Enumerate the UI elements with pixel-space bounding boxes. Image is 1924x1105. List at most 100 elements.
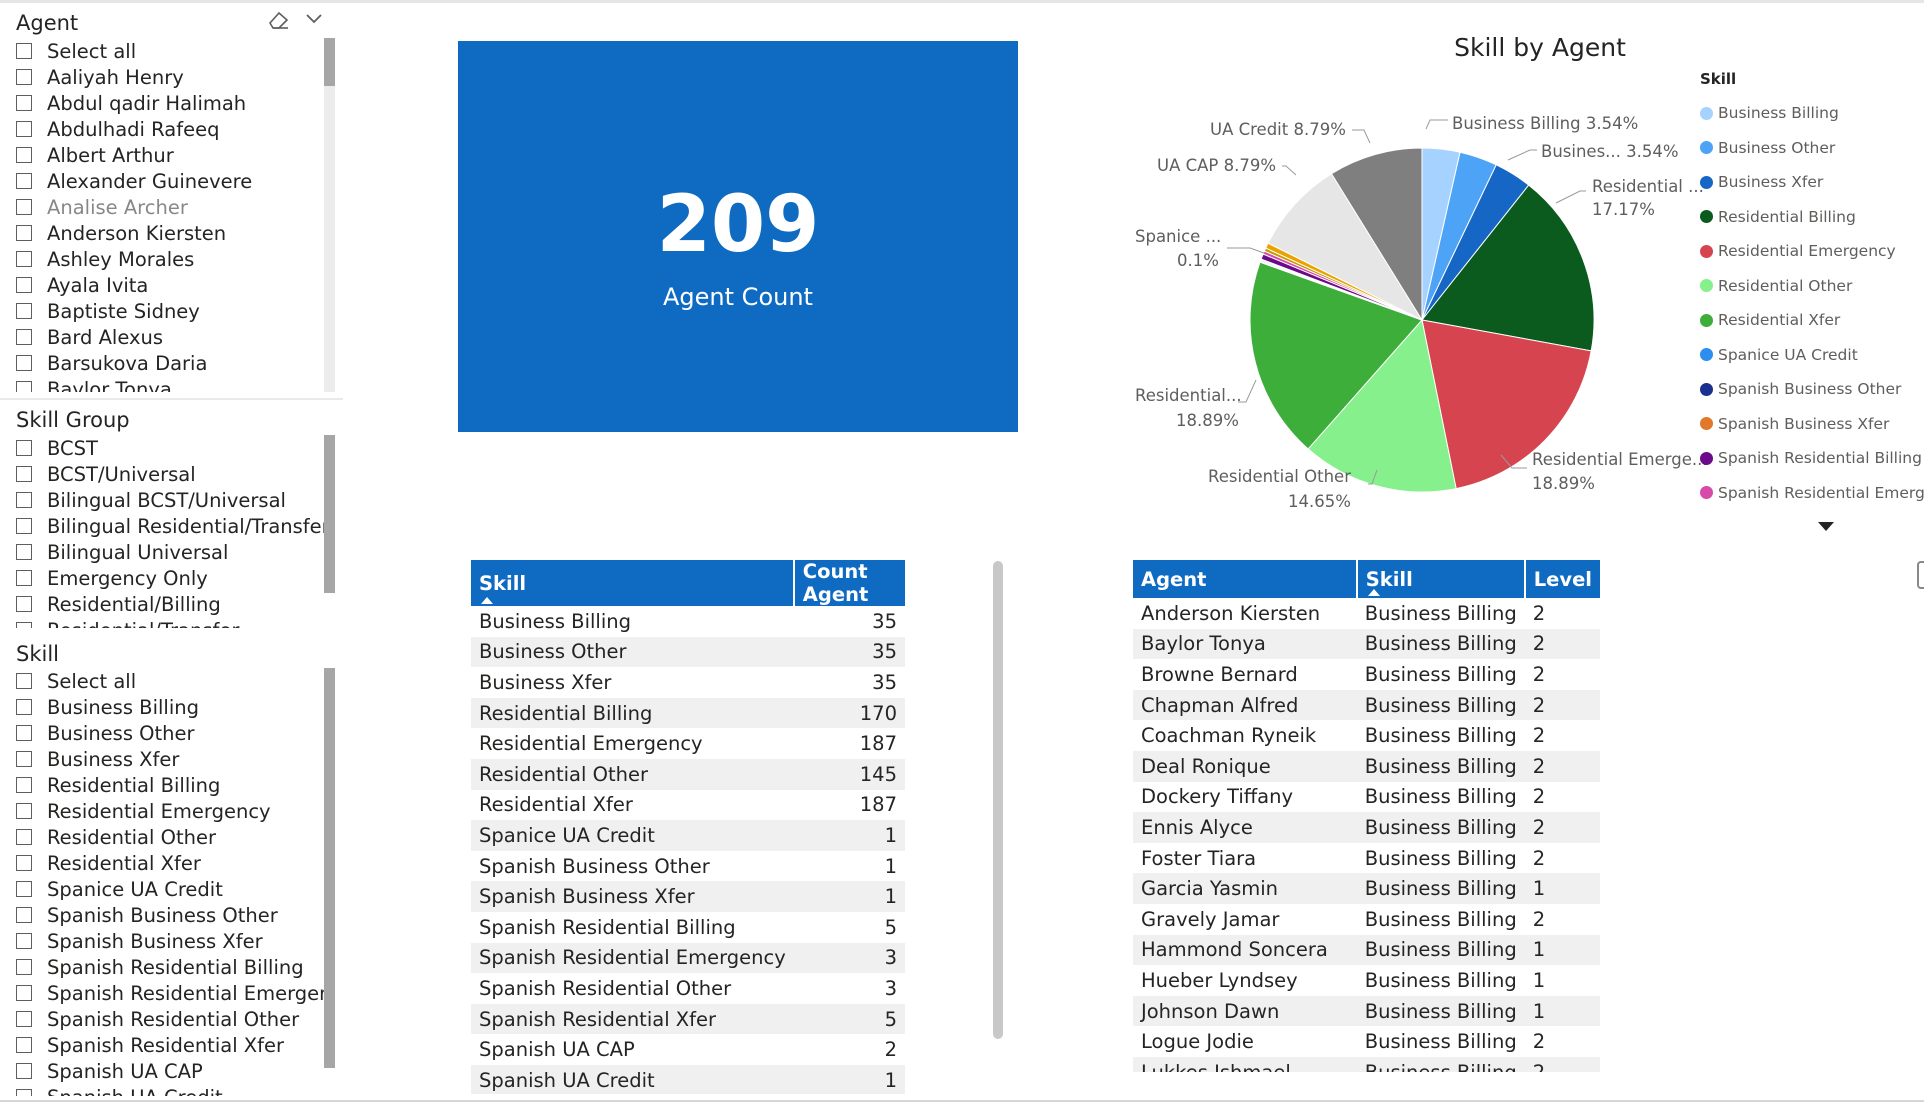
checkbox[interactable] bbox=[16, 751, 32, 767]
skill-slicer-item[interactable]: Residential Billing bbox=[16, 772, 329, 798]
pie-slice-spanice-ua-credit[interactable] bbox=[1259, 260, 1423, 321]
skill-group-slicer-item[interactable]: Residential/Transfer bbox=[16, 617, 329, 628]
checkbox[interactable] bbox=[16, 907, 32, 923]
skill-group-slicer-scrollbar[interactable] bbox=[324, 435, 335, 593]
checkbox[interactable] bbox=[16, 95, 32, 111]
pie-slice-spanish-business-xfer[interactable] bbox=[1260, 258, 1423, 321]
checkbox[interactable] bbox=[16, 440, 32, 456]
checkbox[interactable] bbox=[16, 251, 32, 267]
column-header-count-agent[interactable]: Count Agent bbox=[793, 560, 905, 606]
skill-table-row[interactable]: Spanish Residential Xfer 5 bbox=[471, 1003, 905, 1035]
agent-slicer-item[interactable]: Abdul qadir Halimah bbox=[16, 90, 329, 116]
legend-item[interactable]: Residential Other bbox=[1700, 269, 1924, 304]
checkbox[interactable] bbox=[16, 933, 32, 949]
agent-slicer-item[interactable]: Albert Arthur bbox=[16, 142, 329, 168]
checkbox[interactable] bbox=[16, 147, 32, 163]
skill-group-slicer-item[interactable]: Emergency Only bbox=[16, 565, 329, 591]
agent-slicer-scrollbar[interactable] bbox=[324, 38, 335, 392]
page-scroll-handle[interactable] bbox=[1917, 561, 1924, 589]
agent-slicer-item[interactable]: Barsukova Daria bbox=[16, 350, 329, 376]
agent-slicer-item[interactable]: Abdulhadi Rafeeq bbox=[16, 116, 329, 142]
pie-slice-spanish-business-other[interactable] bbox=[1259, 259, 1423, 321]
checkbox[interactable] bbox=[16, 303, 32, 319]
pie-slice-spanish-residential-billing[interactable] bbox=[1260, 253, 1423, 321]
column-header-skill[interactable]: Skill bbox=[1356, 560, 1526, 598]
checkbox[interactable] bbox=[16, 329, 32, 345]
checkbox[interactable] bbox=[16, 570, 32, 586]
legend-item[interactable]: Business Other bbox=[1700, 131, 1924, 166]
skill-slicer-item[interactable]: Business Other bbox=[16, 720, 329, 746]
checkbox[interactable] bbox=[16, 1011, 32, 1027]
legend-item[interactable]: Residential Billing bbox=[1700, 200, 1924, 235]
checkbox[interactable] bbox=[16, 673, 32, 689]
agent-table-row[interactable]: Dockery Tiffany Business Billing 2 bbox=[1133, 782, 1600, 813]
skill-group-slicer-item[interactable]: Residential/Billing bbox=[16, 591, 329, 617]
legend-item[interactable]: Spanish Business Other bbox=[1700, 372, 1924, 407]
agent-table-row[interactable]: Chapman Alfred Business Billing 2 bbox=[1133, 689, 1600, 721]
skill-slicer-item[interactable]: Select all bbox=[16, 668, 329, 694]
skill-table-row[interactable]: Business Other 35 bbox=[471, 636, 905, 668]
pie-slice-business-billing[interactable] bbox=[1421, 147, 1461, 321]
agent-slicer-item[interactable]: Anderson Kiersten bbox=[16, 220, 329, 246]
checkbox[interactable] bbox=[16, 492, 32, 508]
pie-slice-spanish-residential-xfer[interactable] bbox=[1265, 242, 1423, 321]
agent-slicer-item[interactable]: Alexander Guinevere bbox=[16, 168, 329, 194]
agent-table-row[interactable]: Anderson Kiersten Business Billing 2 bbox=[1133, 598, 1600, 629]
skill-table-row[interactable]: Residential Billing 170 bbox=[471, 697, 905, 729]
checkbox[interactable] bbox=[16, 355, 32, 371]
checkbox[interactable] bbox=[16, 881, 32, 897]
agent-slicer-item[interactable]: Baylor Tonya bbox=[16, 376, 329, 392]
eraser-icon[interactable] bbox=[267, 8, 291, 34]
agent-table-row[interactable]: Lukkes IshmaelBusiness Billing2 bbox=[1133, 1056, 1600, 1072]
checkbox[interactable] bbox=[16, 829, 32, 845]
skill-group-slicer-scroll-thumb[interactable] bbox=[324, 435, 335, 593]
legend-item[interactable]: Business Xfer bbox=[1700, 165, 1924, 200]
agent-table-row[interactable]: Baylor Tonya Business Billing 2 bbox=[1133, 628, 1600, 660]
legend-item[interactable]: Spanish Residential Billing bbox=[1700, 441, 1924, 476]
skill-table-row[interactable]: Spanish Residential Emergency 3 bbox=[471, 942, 905, 974]
pie-slice-residential-emergency[interactable] bbox=[1421, 319, 1592, 490]
checkbox[interactable] bbox=[16, 69, 32, 85]
agent-table-row[interactable]: Foster Tiara Business Billing 2 bbox=[1133, 843, 1600, 874]
skill-table-row[interactable]: Business Xfer 35 bbox=[471, 667, 905, 698]
skill-slicer-scrollbar[interactable] bbox=[324, 668, 335, 1068]
skill-slicer-item[interactable]: Spanish UA Credit bbox=[16, 1084, 329, 1096]
legend-item[interactable]: Residential Xfer bbox=[1700, 303, 1924, 338]
skill-table-row[interactable]: Spanish Business Other 1 bbox=[471, 851, 905, 882]
skill-table-row[interactable]: Spanice UA Credit 1 bbox=[471, 820, 905, 851]
pie-slice-ua-cap[interactable] bbox=[1267, 173, 1424, 322]
pie-slice-business-other[interactable] bbox=[1421, 151, 1497, 321]
checkbox[interactable] bbox=[16, 985, 32, 1001]
skill-slicer-item[interactable]: Spanish Business Xfer bbox=[16, 928, 329, 954]
pie-slice-residential-other[interactable] bbox=[1307, 318, 1457, 493]
skill-table-row[interactable]: Residential Xfer 187 bbox=[471, 790, 905, 821]
agent-table-row[interactable]: Browne Bernard Business Billing 2 bbox=[1133, 659, 1600, 690]
legend-item[interactable]: Residential Emergency bbox=[1700, 234, 1924, 269]
table-scrollbar[interactable] bbox=[993, 561, 1003, 1039]
legend-item[interactable]: Business Billing bbox=[1700, 96, 1924, 131]
agent-slicer-item[interactable]: Analise Archer bbox=[16, 194, 329, 220]
agent-slicer-scroll-thumb[interactable] bbox=[324, 38, 335, 86]
legend-more-icon[interactable] bbox=[1818, 522, 1834, 531]
skill-group-slicer-item[interactable]: BCST bbox=[16, 435, 329, 461]
skill-slicer-item[interactable]: Spanish Residential Emergency bbox=[16, 980, 329, 1006]
skill-table-row[interactable]: Spanish UA CAP 2 bbox=[471, 1034, 905, 1065]
skill-table-row[interactable]: Business Billing 35 bbox=[471, 606, 905, 637]
checkbox[interactable] bbox=[16, 381, 32, 392]
agent-slicer-item[interactable]: Ashley Morales bbox=[16, 246, 329, 272]
checkbox[interactable] bbox=[16, 277, 32, 293]
checkbox[interactable] bbox=[16, 959, 32, 975]
skill-slicer-item[interactable]: Business Billing bbox=[16, 694, 329, 720]
checkbox[interactable] bbox=[16, 855, 32, 871]
checkbox[interactable] bbox=[16, 1063, 32, 1079]
checkbox[interactable] bbox=[16, 173, 32, 189]
chevron-down-icon[interactable] bbox=[305, 8, 323, 34]
legend-item[interactable]: Spanice UA Credit bbox=[1700, 338, 1924, 373]
skill-group-slicer-item[interactable]: BCST/Universal bbox=[16, 461, 329, 487]
checkbox[interactable] bbox=[16, 777, 32, 793]
checkbox[interactable] bbox=[16, 803, 32, 819]
skill-table-row[interactable]: Spanish Business Xfer 1 bbox=[471, 881, 905, 912]
agent-table-row[interactable]: Gravely Jamar Business Billing 2 bbox=[1133, 904, 1600, 935]
checkbox[interactable] bbox=[16, 199, 32, 215]
agent-table-row[interactable]: Coachman Ryneik Business Billing 2 bbox=[1133, 720, 1600, 751]
